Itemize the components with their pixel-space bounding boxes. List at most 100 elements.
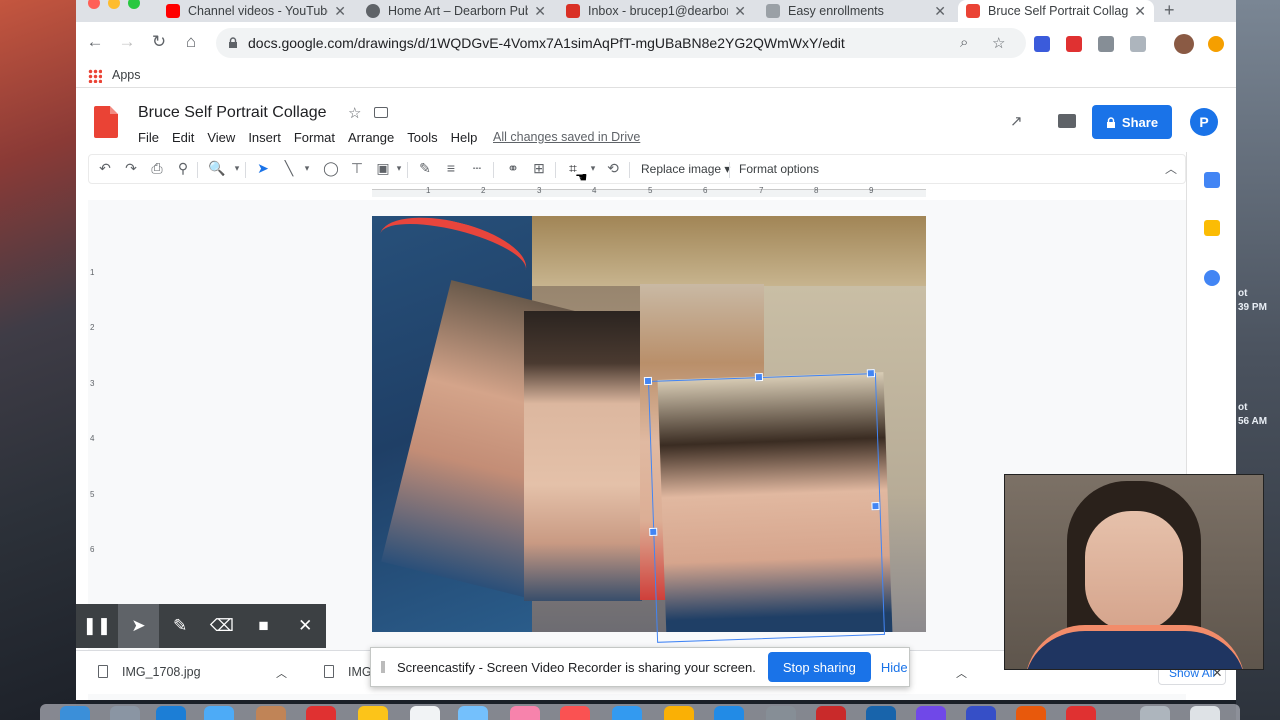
photos-icon[interactable] xyxy=(510,706,540,720)
share-button[interactable]: Share xyxy=(1092,105,1172,139)
resize-handle[interactable] xyxy=(754,372,764,382)
webcam-overlay[interactable] xyxy=(1004,474,1264,670)
collapse-toolbar-icon[interactable]: ︿ xyxy=(1161,160,1181,177)
resize-handle[interactable] xyxy=(871,501,880,511)
trash-icon[interactable] xyxy=(1190,706,1220,720)
select-cursor-icon[interactable]: ➤ xyxy=(253,160,273,177)
resize-handle[interactable] xyxy=(643,376,653,386)
acrobat-icon[interactable] xyxy=(816,706,846,720)
apps-bookmark[interactable]: Apps xyxy=(112,68,141,82)
resize-handle[interactable] xyxy=(866,369,876,378)
menu-edit[interactable]: Edit xyxy=(172,130,194,145)
account-avatar[interactable]: P xyxy=(1190,108,1218,136)
chevron-up-icon[interactable]: ︿ xyxy=(276,665,287,681)
add-comment-icon[interactable]: ⊞ xyxy=(529,160,549,177)
home-icon[interactable]: ⌂ xyxy=(180,32,202,52)
menu-tools[interactable]: Tools xyxy=(407,130,437,145)
calendar-icon[interactable] xyxy=(1204,172,1220,188)
notes-icon[interactable] xyxy=(358,706,388,720)
keep-icon[interactable] xyxy=(1204,220,1220,236)
line-icon[interactable]: ╲ xyxy=(279,160,299,177)
close-icon[interactable]: ✕ xyxy=(284,604,326,648)
maps-icon[interactable] xyxy=(458,706,488,720)
downloads-stack-icon[interactable] xyxy=(1140,706,1170,720)
shape-icon[interactable]: ◯ xyxy=(321,160,341,177)
chevron-down-icon[interactable]: ▾ xyxy=(227,163,247,174)
extension-icon[interactable] xyxy=(1098,36,1114,52)
extensions-grid-icon[interactable] xyxy=(1130,36,1146,52)
chevron-up-icon[interactable]: ︿ xyxy=(956,665,967,681)
messages-icon[interactable] xyxy=(612,706,642,720)
launchpad-icon[interactable] xyxy=(110,706,140,720)
photoshop-icon[interactable] xyxy=(866,706,896,720)
tab-youtube[interactable]: Channel videos - YouTube ✕ xyxy=(158,0,354,22)
comment-icon[interactable] xyxy=(1058,114,1076,128)
google-drawings-logo-icon[interactable] xyxy=(94,106,118,138)
undo-icon[interactable]: ↶ xyxy=(95,160,115,177)
drag-handle-icon[interactable] xyxy=(381,661,385,673)
menu-insert[interactable]: Insert xyxy=(248,130,281,145)
mail-icon[interactable] xyxy=(204,706,234,720)
hide-button[interactable]: Hide xyxy=(881,660,908,675)
tasks-icon[interactable] xyxy=(1204,270,1220,286)
new-tab-button[interactable]: + xyxy=(1164,0,1175,21)
close-window-button[interactable] xyxy=(88,0,100,9)
eraser-icon[interactable]: ⌫ xyxy=(201,604,243,648)
app-icon[interactable] xyxy=(916,706,946,720)
contacts-icon[interactable] xyxy=(256,706,286,720)
download-item[interactable]: IMG xyxy=(348,665,372,679)
search-icon[interactable]: ⌕ xyxy=(960,34,968,51)
download-item[interactable]: IMG_1708.jpg xyxy=(122,665,201,679)
close-icon[interactable]: ✕ xyxy=(934,3,946,20)
minimize-window-button[interactable] xyxy=(108,0,120,9)
format-options-button[interactable]: Format options xyxy=(739,162,819,176)
border-dash-icon[interactable]: ┄ xyxy=(467,160,487,177)
border-weight-icon[interactable]: ≡ xyxy=(441,160,461,176)
bookmark-star-icon[interactable]: ☆ xyxy=(992,34,1005,52)
back-icon[interactable]: ← xyxy=(84,32,106,52)
activity-trend-icon[interactable]: ↗ xyxy=(1010,112,1023,130)
tab-self-portrait-collage[interactable]: Bruce Self Portrait Collage ✕ xyxy=(958,0,1154,22)
finder-icon[interactable] xyxy=(60,706,90,720)
menu-help[interactable]: Help xyxy=(451,130,478,145)
collage-photo[interactable] xyxy=(524,311,642,601)
cursor-icon[interactable]: ➤ xyxy=(117,604,160,648)
border-color-icon[interactable]: ✎ xyxy=(415,160,435,177)
chevron-down-icon[interactable]: ▾ xyxy=(297,163,317,174)
text-box-icon[interactable]: ⊤ xyxy=(347,160,367,177)
system-preferences-icon[interactable] xyxy=(766,706,796,720)
calendar-icon[interactable] xyxy=(306,706,336,720)
save-status-link[interactable]: All changes saved in Drive xyxy=(493,130,640,144)
lightroom-icon[interactable] xyxy=(966,706,996,720)
ibooks-icon[interactable] xyxy=(664,706,694,720)
reminders-icon[interactable] xyxy=(410,706,440,720)
stop-sharing-button[interactable]: Stop sharing xyxy=(767,652,871,682)
star-icon[interactable]: ☆ xyxy=(348,104,361,122)
replace-image-button[interactable]: Replace image ▾ xyxy=(641,162,730,176)
menu-arrange[interactable]: Arrange xyxy=(348,130,394,145)
update-alert-icon[interactable] xyxy=(1208,36,1224,52)
close-icon[interactable]: ✕ xyxy=(334,3,346,20)
selection-box[interactable] xyxy=(643,369,886,643)
tab-gmail[interactable]: Inbox - brucep1@dearborn ✕ xyxy=(558,0,754,22)
reload-icon[interactable]: ↻ xyxy=(148,32,170,52)
app-store-icon[interactable] xyxy=(714,706,744,720)
address-bar[interactable]: docs.google.com/drawings/d/1WQDGvE-4Vomx… xyxy=(216,28,1026,58)
tab-home-art[interactable]: Home Art – Dearborn Public Schools ✕ xyxy=(358,0,554,22)
close-icon[interactable]: ✕ xyxy=(1134,3,1146,20)
menu-format[interactable]: Format xyxy=(294,130,335,145)
pen-icon[interactable]: ✎ xyxy=(159,604,201,648)
screencastify-extension-icon[interactable] xyxy=(1066,36,1082,52)
safari-icon[interactable] xyxy=(156,706,186,720)
menu-file[interactable]: File xyxy=(138,130,159,145)
app-icon[interactable] xyxy=(1066,706,1096,720)
profile-avatar-icon[interactable] xyxy=(1174,34,1194,54)
folder-icon[interactable] xyxy=(374,107,388,118)
link-icon[interactable]: ⚭ xyxy=(503,160,523,177)
tab-easy-enrollments[interactable]: Easy enrollments ✕ xyxy=(758,0,954,22)
chevron-down-icon[interactable]: ▾ xyxy=(389,163,409,174)
close-icon[interactable]: ✕ xyxy=(734,3,746,20)
resize-handle[interactable] xyxy=(649,527,658,537)
extension-icon[interactable] xyxy=(1034,36,1050,52)
reset-image-icon[interactable]: ⟲ xyxy=(603,160,623,177)
